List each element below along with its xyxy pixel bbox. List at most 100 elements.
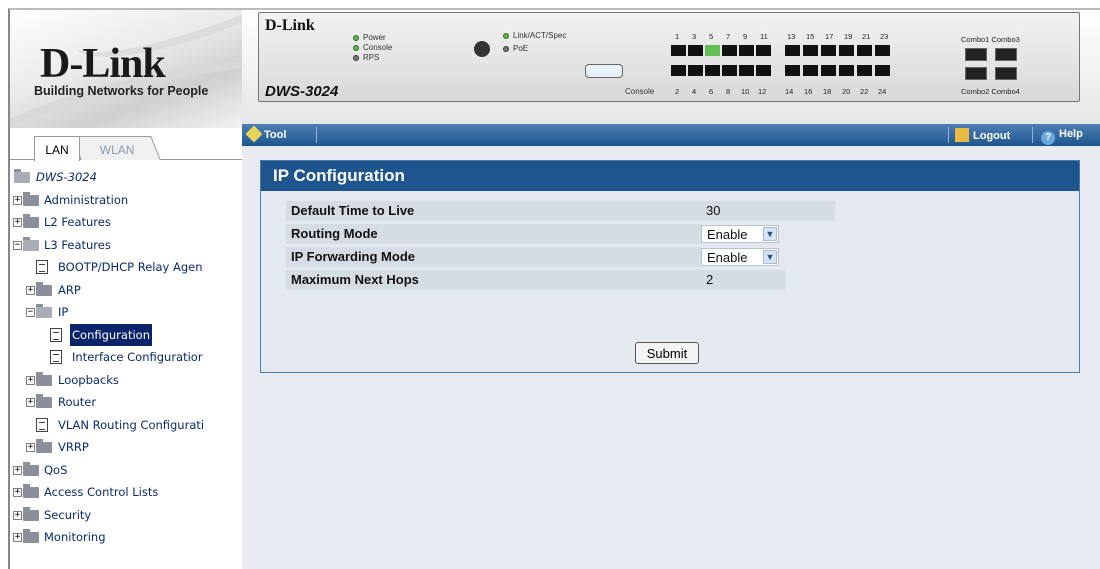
expand-icon[interactable]: + <box>26 375 35 385</box>
expand-icon[interactable]: + <box>13 218 22 227</box>
port-number: 20 <box>842 87 851 96</box>
row-default-ttl: Default Time to Live 30 <box>286 201 1056 221</box>
ethernet-port-icon <box>839 45 854 56</box>
tab-wlan[interactable]: WLAN <box>71 136 161 160</box>
device-model: DWS-3024 <box>265 83 339 100</box>
combo-port-icon <box>995 48 1017 61</box>
expand-icon[interactable]: + <box>13 195 22 205</box>
tree-item-configuration[interactable]: Configuration <box>10 323 242 346</box>
document-icon <box>36 260 48 274</box>
ethernet-port-icon <box>756 65 771 76</box>
expand-icon[interactable]: + <box>13 510 22 520</box>
tab-wlan-label: WLAN <box>99 143 135 157</box>
port-number: 22 <box>860 87 869 96</box>
ethernet-port-icon <box>857 45 872 56</box>
tree-root[interactable]: DWS-3024 <box>10 166 242 189</box>
tree-item-acl[interactable]: + Access Control Lists <box>10 481 242 504</box>
tree-item-arp[interactable]: + ARP <box>10 279 242 302</box>
device-logo: D-Link <box>265 17 315 34</box>
folder-open-icon <box>23 236 39 251</box>
chevron-down-icon: ▼ <box>763 227 777 241</box>
ethernet-port-icon <box>875 45 890 56</box>
expand-icon[interactable]: + <box>13 488 22 497</box>
tree-item-interface-configuration[interactable]: Interface Configuratior <box>10 346 242 369</box>
collapse-icon[interactable]: − <box>26 308 35 317</box>
help-icon: ? <box>1041 131 1055 145</box>
port-number: 11 <box>760 32 768 41</box>
tree-item-bootp-dhcp[interactable]: BOOTP/DHCP Relay Agen <box>10 256 242 279</box>
help-label: Help <box>1059 128 1083 140</box>
collapse-icon[interactable]: − <box>13 240 22 250</box>
ethernet-port-icon <box>839 65 854 76</box>
tree-item-l3-features[interactable]: − L3 Features <box>10 234 242 257</box>
port-number: 24 <box>878 87 887 96</box>
tree-item-router[interactable]: + Router <box>10 391 242 414</box>
ethernet-port-icon <box>875 65 890 76</box>
folder-icon <box>23 506 39 521</box>
led-rps: RPS <box>353 53 379 62</box>
expand-icon[interactable]: + <box>13 465 22 475</box>
switch-front-panel: D-Link Power Console RPS Link/ACT/Spec P… <box>258 12 1080 102</box>
led-console: Console <box>353 43 392 52</box>
ttl-value: 30 <box>701 201 835 221</box>
tree-item-label: Monitoring <box>44 530 106 544</box>
port-number: 23 <box>880 32 889 41</box>
expand-icon[interactable]: + <box>13 533 22 542</box>
folder-icon <box>23 461 39 476</box>
combo-port-icon <box>965 67 987 80</box>
submit-button[interactable]: Submit <box>635 342 699 364</box>
toolbar-divider <box>1032 127 1033 143</box>
port-number: 1 <box>675 32 680 41</box>
tree-item-label-selected: Configuration <box>70 323 152 346</box>
combo-port-icon <box>965 48 987 61</box>
tree-item-label: Access Control Lists <box>44 485 159 499</box>
tab-lan[interactable]: LAN <box>34 136 80 161</box>
expand-icon[interactable]: + <box>26 398 35 407</box>
expand-icon[interactable]: + <box>26 443 35 452</box>
row-label: Maximum Next Hops <box>286 270 701 290</box>
tree-item-vlan-routing[interactable]: VLAN Routing Configurati <box>10 414 242 437</box>
port-number: 3 <box>692 32 697 41</box>
row-label: IP Forwarding Mode <box>286 247 701 267</box>
port-number: 8 <box>726 87 731 96</box>
tree-item-label: L3 Features <box>44 237 111 252</box>
tool-button[interactable]: Tool <box>245 125 286 143</box>
tree-item-l2-features[interactable]: + L2 Features <box>10 211 242 234</box>
tree-item-loopbacks[interactable]: + Loopbacks <box>10 369 242 392</box>
row-label: Default Time to Live <box>286 201 701 221</box>
led-green-icon <box>353 34 359 41</box>
led-off-icon <box>503 45 509 52</box>
tree-item-monitoring[interactable]: + Monitoring <box>10 526 242 549</box>
tree-item-vrrp[interactable]: + VRRP <box>10 436 242 459</box>
tree-item-security[interactable]: + Security <box>10 504 242 527</box>
port-number: 21 <box>862 32 871 41</box>
tree-item-label: VRRP <box>58 440 89 454</box>
logo-area: D-Link Building Networks for People <box>10 10 242 128</box>
routing-mode-select[interactable]: Enable ▼ <box>701 225 779 243</box>
ethernet-port-icon <box>671 65 686 76</box>
row-max-next-hops: Maximum Next Hops 2 <box>286 270 1056 290</box>
toolbar-divider <box>948 127 949 143</box>
tree-item-qos[interactable]: + QoS <box>10 459 242 482</box>
port-number: 17 <box>825 32 834 41</box>
chevron-down-icon: ▼ <box>763 250 777 264</box>
led-green-icon <box>503 32 509 39</box>
ethernet-port-icon <box>803 65 818 76</box>
help-button[interactable]: ? Help <box>1041 128 1083 145</box>
tree-item-label: Interface Configuratior <box>72 350 203 364</box>
expand-icon[interactable]: + <box>26 285 35 295</box>
folder-open-icon <box>14 169 30 183</box>
port-number: 15 <box>806 32 815 41</box>
combo-bottom-label: Combo2 Combo4 <box>961 87 1020 96</box>
port-number: 10 <box>741 87 750 96</box>
port-number: 12 <box>758 87 767 96</box>
led-power-label: Power <box>363 33 386 42</box>
tree-item-administration[interactable]: + Administration <box>10 189 242 212</box>
logout-button[interactable]: Logout <box>955 128 1010 142</box>
ip-forwarding-mode-select[interactable]: Enable ▼ <box>701 248 779 266</box>
device-banner: D-Link Power Console RPS Link/ACT/Spec P… <box>242 10 1100 124</box>
port-number: 4 <box>692 87 697 96</box>
ethernet-port-icon <box>785 45 800 56</box>
tree-item-ip[interactable]: − IP <box>10 301 242 324</box>
ethernet-port-icon <box>785 65 800 76</box>
